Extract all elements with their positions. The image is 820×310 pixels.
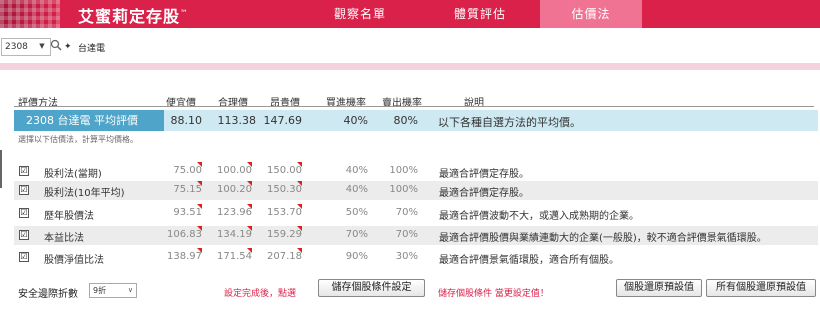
method-description: 最適合評價定存股。: [439, 188, 529, 199]
method-name: 股利法(當期): [44, 169, 102, 180]
method-name: 歷年股價法: [44, 211, 94, 222]
sell-value: 70%: [395, 229, 418, 240]
sell-value: 100%: [389, 184, 418, 195]
selection-hint: 選擇以下估價法，計算平均價格。: [18, 135, 138, 144]
method-description: 最適合評價景氣循環股，適合所有個股。: [439, 255, 619, 266]
fair-value[interactable]: 123.96: [210, 207, 252, 218]
expensive-value[interactable]: 150.00: [262, 165, 302, 176]
average-label: 2308 台達電 平均評價: [14, 110, 164, 131]
discount-label: 安全邊際折數: [18, 289, 78, 300]
fair-value[interactable]: 100.00: [210, 165, 252, 176]
fair-value[interactable]: 100.20: [210, 184, 252, 195]
stock-name: 台達電: [78, 44, 106, 54]
fair-value[interactable]: 171.54: [210, 251, 252, 262]
divider-band: [0, 63, 820, 70]
edit-marker-icon: [197, 181, 202, 186]
top-nav-bar: 艾蜜莉定存股™ 觀察名單 體質評估 估價法: [0, 0, 820, 28]
save-settings-button[interactable]: 儲存個股條件設定: [318, 279, 425, 297]
method-name: 股利法(10年平均): [44, 188, 125, 199]
average-sell: 80%: [393, 114, 418, 127]
chevron-down-icon: ∨: [127, 286, 133, 294]
buy-value: 50%: [345, 207, 368, 218]
row-checkbox[interactable]: ☑: [19, 230, 29, 240]
edit-marker-icon: [247, 162, 252, 167]
average-buy: 40%: [343, 114, 368, 127]
row-checkbox[interactable]: ☑: [19, 252, 29, 262]
search-icon[interactable]: [48, 39, 64, 55]
table-row: ☑ 股利法(當期) 75.00 100.00 150.00 40% 100% 最…: [14, 162, 818, 181]
chevron-down-icon[interactable]: ▼: [37, 40, 47, 52]
edit-marker-icon: [247, 226, 252, 231]
expensive-value[interactable]: 153.70: [262, 207, 302, 218]
edit-marker-icon: [297, 226, 302, 231]
average-expensive: 147.69: [263, 114, 303, 127]
edit-marker-icon: [197, 162, 202, 167]
save-hint: 儲存個股條件 當更設定值！: [438, 289, 549, 299]
fair-value[interactable]: 134.19: [210, 229, 252, 240]
row-checkbox[interactable]: ☑: [19, 208, 29, 218]
logo-pattern: [0, 0, 60, 28]
sell-value: 30%: [395, 251, 418, 262]
reset-stock-button[interactable]: 個股還原預設值: [616, 279, 702, 297]
header-divider: [14, 106, 814, 107]
edit-marker-icon: [297, 204, 302, 209]
table-row: ☑ 股價淨值比法 138.97 171.54 207.18 90% 30% 最適…: [14, 248, 818, 267]
method-name: 股價淨值比法: [44, 255, 104, 266]
tab-valuation[interactable]: 估價法: [540, 0, 642, 28]
tab-watchlist[interactable]: 觀察名單: [300, 0, 420, 28]
edit-marker-icon: [297, 248, 302, 253]
average-description: 以下各種自選方法的平均價。: [438, 116, 581, 129]
edit-marker-icon: [297, 162, 302, 167]
edit-marker-icon: [197, 226, 202, 231]
brand-title[interactable]: 艾蜜莉定存股™: [78, 3, 189, 27]
discount-select[interactable]: 9折 ∨: [89, 283, 137, 298]
edit-marker-icon: [247, 181, 252, 186]
sell-value: 100%: [389, 165, 418, 176]
row-checkbox[interactable]: ☑: [19, 166, 29, 176]
edit-marker-icon: [197, 248, 202, 253]
reset-all-button[interactable]: 所有個股還原預設值: [706, 279, 816, 297]
buy-value: 90%: [345, 251, 368, 262]
tab-health-check[interactable]: 體質評估: [420, 0, 540, 28]
sell-value: 70%: [395, 207, 418, 218]
table-row: ☑ 本益比法 106.83 134.19 159.29 70% 70% 最適合評…: [14, 226, 818, 245]
method-description: 最適合評價股價與業績連動大的企業(一般股)，較不適合評價景氣循環股。: [439, 233, 767, 244]
plus-icon[interactable]: ✦: [64, 39, 74, 55]
table-row: ☑ 股利法(10年平均) 75.15 100.20 150.30 40% 100…: [14, 181, 818, 200]
buy-value: 40%: [345, 184, 368, 195]
row-checkbox[interactable]: ☑: [19, 185, 29, 195]
buy-value: 40%: [345, 165, 368, 176]
method-description: 最適合評價波動不大，或邁入成熟期的企業。: [439, 211, 639, 222]
method-name: 本益比法: [44, 233, 84, 244]
expensive-value[interactable]: 150.30: [262, 184, 302, 195]
edit-marker-icon: [247, 248, 252, 253]
buy-value: 70%: [345, 229, 368, 240]
average-cheap: 88.10: [170, 114, 203, 127]
expensive-value[interactable]: 207.18: [262, 251, 302, 262]
expensive-value[interactable]: 159.29: [262, 229, 302, 240]
average-fair: 113.38: [217, 114, 257, 127]
method-description: 最適合評價定存股。: [439, 169, 529, 180]
edit-marker-icon: [297, 181, 302, 186]
edit-marker-icon: [197, 204, 202, 209]
edit-marker-icon: [247, 204, 252, 209]
table-row: ☑ 歷年股價法 93.51 123.96 153.70 50% 70% 最適合評…: [14, 204, 818, 223]
save-instruction: 設定完成後，點選: [224, 289, 297, 299]
left-edge-bar: [0, 150, 2, 188]
